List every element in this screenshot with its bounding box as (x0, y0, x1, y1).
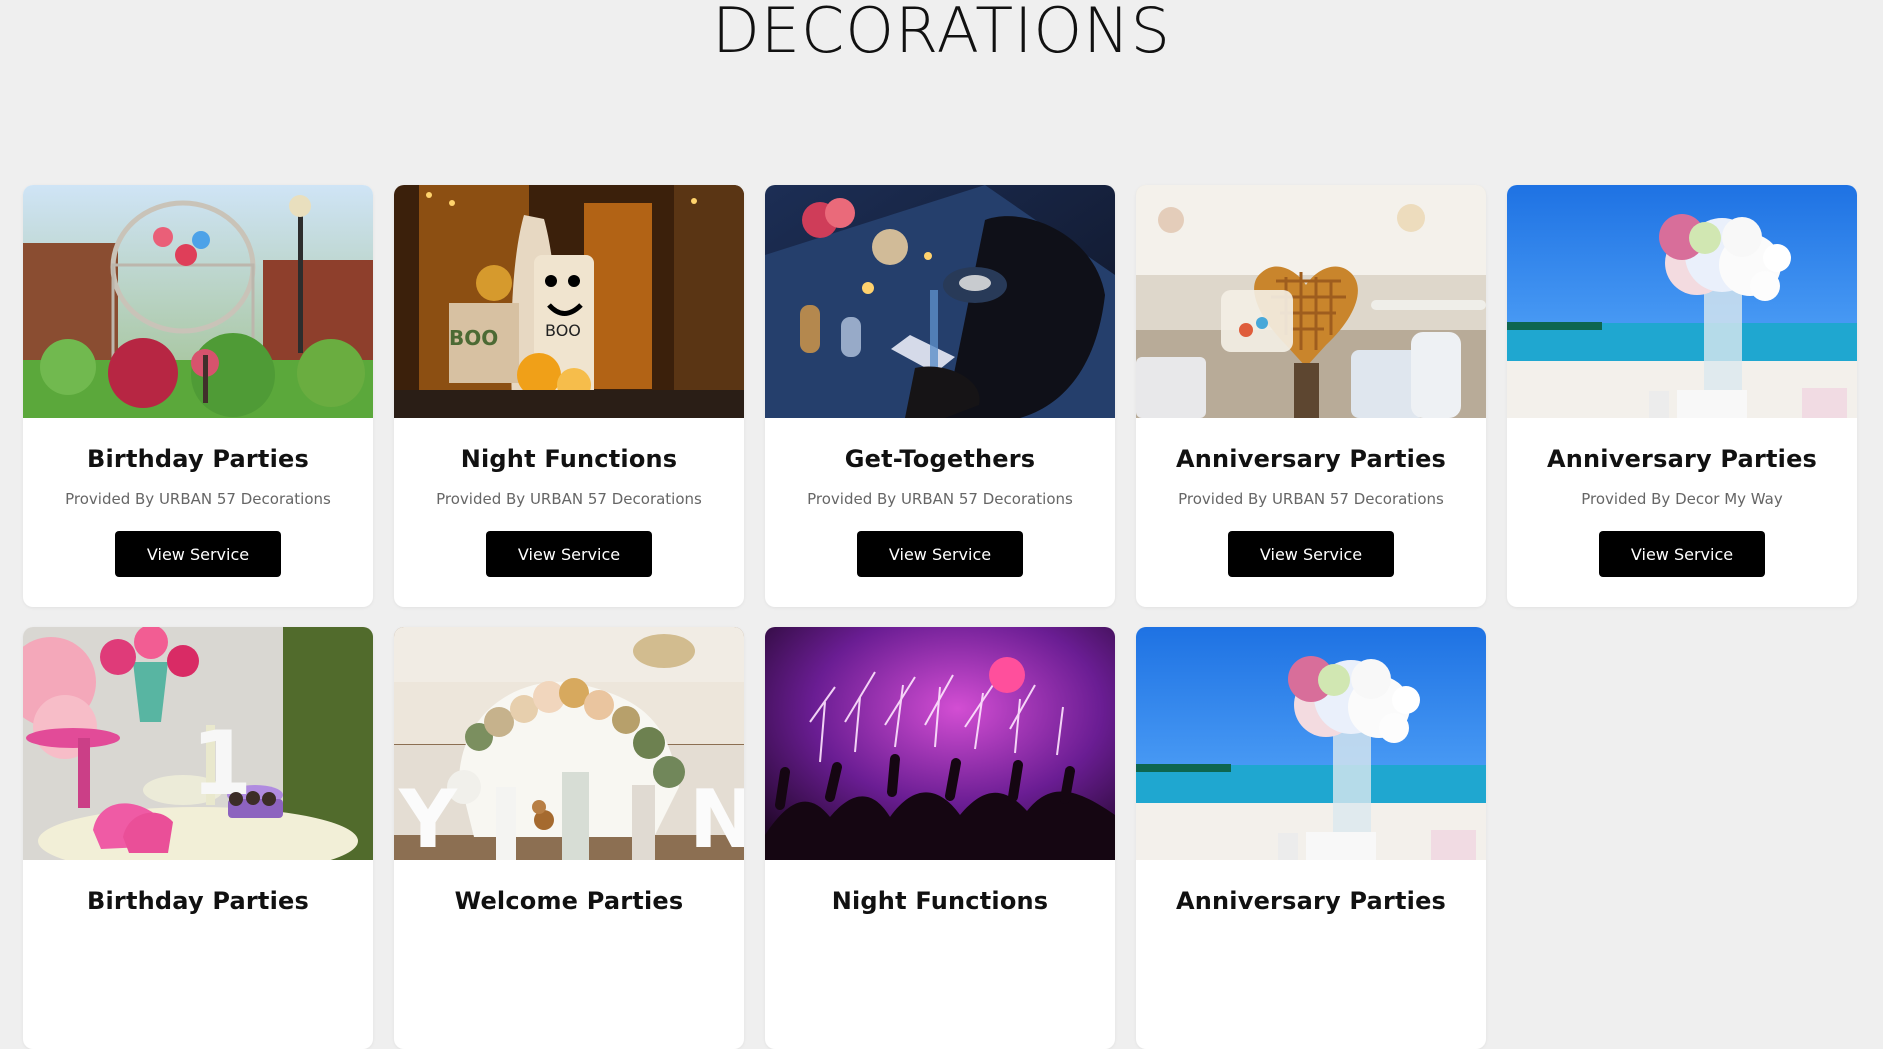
service-card[interactable]: Get-Togethers Provided By URBAN 57 Decor… (765, 185, 1115, 607)
card-title: Night Functions (460, 445, 678, 473)
card-provider: Provided By Decor My Way (1581, 490, 1783, 508)
beach-flowers-image[interactable] (1507, 185, 1857, 418)
service-card[interactable]: Anniversary Parties Provided By URBAN 57… (1136, 185, 1486, 607)
service-card[interactable]: Anniversary Parties (1136, 627, 1486, 1049)
view-service-button[interactable]: View Service (486, 531, 652, 577)
svg-text:BOO: BOO (449, 326, 498, 350)
service-card[interactable]: BOO BOO Night Functions Provided By URBA… (394, 185, 744, 607)
page-title: DECORATIONS (712, 0, 1171, 67)
card-provider: Provided By URBAN 57 Decorations (807, 490, 1073, 508)
service-card[interactable]: Y N Welcome Parties (394, 627, 744, 1049)
service-card[interactable]: Night Functions (765, 627, 1115, 1049)
pink-birthday-image[interactable]: 1 (23, 627, 373, 860)
garden-party-image[interactable] (23, 185, 373, 418)
svg-text:N: N (689, 773, 744, 860)
balloon-arch-image[interactable]: Y N (394, 627, 744, 860)
view-service-button[interactable]: View Service (1599, 531, 1765, 577)
svg-text:Y: Y (398, 773, 458, 860)
view-service-button[interactable]: View Service (115, 531, 281, 577)
service-card[interactable]: 1 Birthday Parties (23, 627, 373, 1049)
card-title: Birthday Parties (87, 445, 309, 473)
card-provider: Provided By URBAN 57 Decorations (65, 490, 331, 508)
card-title: Birthday Parties (87, 887, 309, 915)
heart-waffle-image[interactable] (1136, 185, 1486, 418)
svg-text:BOO: BOO (545, 321, 581, 340)
service-card[interactable]: Birthday Parties Provided By URBAN 57 De… (23, 185, 373, 607)
card-title: Anniversary Parties (1175, 445, 1447, 473)
concert-fireworks-image[interactable] (765, 627, 1115, 860)
card-title: Night Functions (831, 887, 1049, 915)
card-title: Anniversary Parties (1175, 887, 1447, 915)
view-service-button[interactable]: View Service (857, 531, 1023, 577)
night-dinner-image[interactable] (765, 185, 1115, 418)
view-service-button[interactable]: View Service (1228, 531, 1394, 577)
service-card[interactable]: Anniversary Parties Provided By Decor My… (1507, 185, 1857, 607)
decorations-grid: Birthday Parties Provided By URBAN 57 De… (23, 185, 1857, 1049)
halloween-porch-image[interactable]: BOO BOO (394, 185, 744, 418)
card-title: Get-Togethers (844, 445, 1036, 473)
card-provider: Provided By URBAN 57 Decorations (436, 490, 702, 508)
card-provider: Provided By URBAN 57 Decorations (1178, 490, 1444, 508)
card-title: Welcome Parties (454, 887, 684, 915)
beach-flowers-image[interactable] (1136, 627, 1486, 860)
card-title: Anniversary Parties (1546, 445, 1818, 473)
